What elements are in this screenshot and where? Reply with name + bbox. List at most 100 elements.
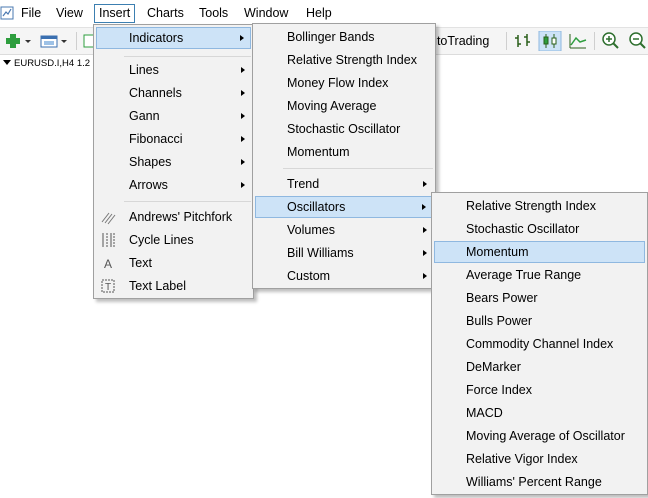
oscillators-menu-item[interactable]: Average True Range — [434, 264, 645, 286]
menu-insert[interactable]: Insert — [94, 4, 136, 23]
oscillators-menu-item[interactable]: MACD — [434, 402, 645, 424]
submenu-arrow-icon — [241, 90, 245, 96]
new-chart-icon[interactable] — [3, 31, 33, 51]
indicators-menu-item-bollinger-bands[interactable]: Bollinger Bands — [255, 26, 433, 48]
cycle-lines-icon — [102, 233, 115, 247]
svg-text:T: T — [105, 282, 111, 293]
oscillators-menu-item[interactable]: Williams' Percent Range — [434, 471, 645, 493]
menu-item-label: Bulls Power — [466, 314, 532, 328]
toolbar-separator — [76, 32, 77, 50]
insert-menu-item-text-label[interactable]: T Text Label — [96, 275, 251, 297]
bar-chart-icon[interactable] — [512, 31, 534, 51]
submenu-arrow-icon — [423, 227, 427, 233]
indicators-menu-item-volumes[interactable]: Volumes — [255, 219, 433, 241]
insert-menu-item-indicators[interactable]: Indicators — [96, 27, 251, 49]
menu-item-label: Stochastic Oscillator — [466, 222, 580, 236]
chart-title: EURUSD.I,H4 1.2 — [0, 57, 90, 71]
menu-item-label: Channels — [129, 86, 182, 100]
indicators-menu-item-oscillators[interactable]: Oscillators — [255, 196, 433, 218]
insert-menu-item-cycle-lines[interactable]: Cycle Lines — [96, 229, 251, 251]
menu-item-label: Text — [129, 256, 152, 270]
toolbar-separator — [594, 32, 595, 50]
oscillators-menu-item[interactable]: Bears Power — [434, 287, 645, 309]
oscillators-menu-item[interactable]: Relative Vigor Index — [434, 448, 645, 470]
submenu-arrow-icon — [423, 181, 427, 187]
indicators-menu-item-bill-williams[interactable]: Bill Williams — [255, 242, 433, 264]
menu-item-label: Bill Williams — [287, 246, 354, 260]
menu-item-label: Bears Power — [466, 291, 538, 305]
indicators-menu-item-rsi[interactable]: Relative Strength Index — [255, 49, 433, 71]
menu-item-label: Bollinger Bands — [287, 30, 375, 44]
menu-item-label: MACD — [466, 406, 503, 420]
insert-menu-item-channels[interactable]: Channels — [96, 82, 251, 104]
menu-view[interactable]: View — [52, 4, 87, 23]
menu-item-label: Text Label — [129, 279, 186, 293]
svg-text:A: A — [104, 257, 112, 271]
zoom-in-icon[interactable] — [600, 31, 622, 51]
menu-item-label: Lines — [129, 63, 159, 77]
oscillators-menu-item[interactable]: Stochastic Oscillator — [434, 218, 645, 240]
menu-item-label: Momentum — [287, 145, 350, 159]
menu-window[interactable]: Window — [240, 4, 292, 23]
menu-item-label: Volumes — [287, 223, 335, 237]
indicators-menu-item-moving-average[interactable]: Moving Average — [255, 95, 433, 117]
oscillators-menu-item[interactable]: Moving Average of Oscillator — [434, 425, 645, 447]
menu-charts[interactable]: Charts — [143, 4, 188, 23]
indicators-menu-item-momentum[interactable]: Momentum — [255, 141, 433, 163]
menu-help[interactable]: Help — [302, 4, 336, 23]
menu-item-label: Average True Range — [466, 268, 582, 282]
oscillators-menu-item[interactable]: Relative Strength Index — [434, 195, 645, 217]
insert-menu-item-shapes[interactable]: Shapes — [96, 151, 251, 173]
insert-menu-item-lines[interactable]: Lines — [96, 59, 251, 81]
chart-price: 1.2 — [76, 58, 91, 69]
menu-item-label: Indicators — [129, 31, 184, 45]
insert-menu-item-arrows[interactable]: Arrows — [96, 174, 251, 196]
menu-item-label: Stochastic Oscillator — [287, 122, 401, 136]
submenu-arrow-icon — [423, 250, 427, 256]
indicators-menu: Bollinger Bands Relative Strength Index … — [252, 23, 436, 289]
menu-separator — [124, 56, 251, 57]
insert-menu-item-gann[interactable]: Gann — [96, 105, 251, 127]
menu-tools[interactable]: Tools — [195, 4, 232, 23]
oscillators-menu-item[interactable]: DeMarker — [434, 356, 645, 378]
menu-item-label: Andrews' Pitchfork — [129, 210, 233, 224]
menu-item-label: Commodity Channel Index — [466, 337, 614, 351]
menu-separator — [124, 201, 251, 202]
indicators-menu-item-stochastic[interactable]: Stochastic Oscillator — [255, 118, 433, 140]
insert-menu-item-text[interactable]: A Text — [96, 252, 251, 274]
menu-item-label: Money Flow Index — [287, 76, 389, 90]
menu-item-label: Relative Vigor Index — [466, 452, 578, 466]
candlestick-icon[interactable] — [538, 31, 562, 51]
text-label-icon: T — [101, 279, 115, 293]
chart-symbol: EURUSD.I,H4 — [14, 58, 75, 69]
zoom-out-icon[interactable] — [627, 31, 648, 51]
submenu-arrow-icon — [241, 113, 245, 119]
menu-item-label: Relative Strength Index — [466, 199, 596, 213]
profiles-icon[interactable] — [38, 31, 70, 51]
oscillators-menu-item[interactable]: Bulls Power — [434, 310, 645, 332]
insert-menu: Indicators Lines Channels Gann Fibonacci… — [93, 24, 254, 299]
oscillators-menu-item-momentum[interactable]: Momentum — [434, 241, 645, 263]
indicators-menu-item-custom[interactable]: Custom — [255, 265, 433, 287]
menu-file[interactable]: File — [17, 4, 45, 23]
autotrading-button[interactable]: utoTrading — [430, 32, 489, 50]
oscillators-menu-item[interactable]: Force Index — [434, 379, 645, 401]
indicators-menu-item-mfi[interactable]: Money Flow Index — [255, 72, 433, 94]
chart-dropdown-icon[interactable] — [3, 60, 11, 66]
menu-item-label: Oscillators — [287, 200, 346, 214]
menu-item-label: Shapes — [129, 155, 172, 169]
menu-item-label: Force Index — [466, 383, 533, 397]
oscillators-menu-item[interactable]: Commodity Channel Index — [434, 333, 645, 355]
insert-menu-item-pitchfork[interactable]: Andrews' Pitchfork — [96, 206, 251, 228]
menu-separator — [283, 168, 433, 169]
pitchfork-icon — [101, 212, 116, 225]
menu-item-label: Custom — [287, 269, 331, 283]
line-chart-icon[interactable] — [567, 31, 589, 51]
indicators-menu-item-trend[interactable]: Trend — [255, 173, 433, 195]
submenu-arrow-icon — [240, 35, 244, 41]
insert-menu-item-fibonacci[interactable]: Fibonacci — [96, 128, 251, 150]
text-icon: A — [104, 257, 112, 271]
menu-item-label: Williams' Percent Range — [466, 475, 602, 489]
toolbar-separator — [506, 32, 507, 50]
submenu-arrow-icon — [241, 67, 245, 73]
